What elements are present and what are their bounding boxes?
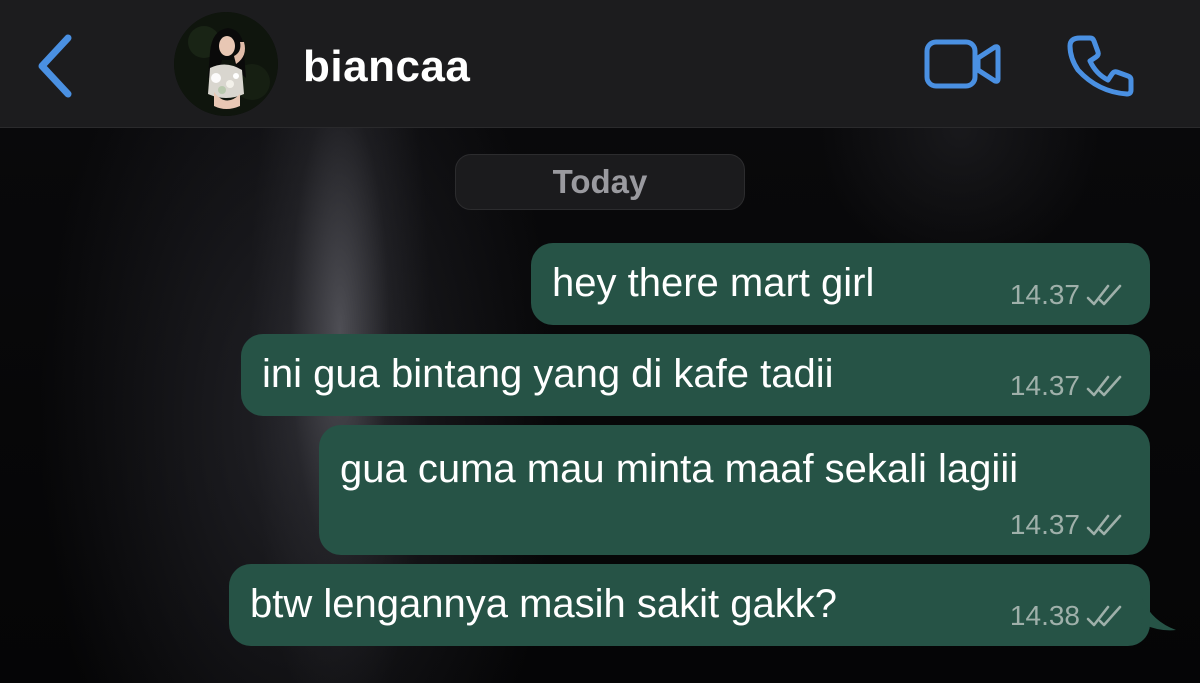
- message-meta: 14.37: [1010, 279, 1124, 311]
- message-meta: 14.38: [1010, 600, 1124, 632]
- date-separator: Today: [455, 154, 745, 210]
- message-time: 14.37: [1009, 509, 1080, 540]
- read-double-check-icon: [1086, 375, 1122, 397]
- message-text: btw lengannya masih sakit gakk?: [250, 582, 837, 626]
- phone-icon: [1067, 35, 1134, 97]
- video-call-button[interactable]: [922, 36, 1002, 92]
- message-bubble[interactable]: btw lengannya masih sakit gakk? 14.38: [229, 564, 1150, 646]
- read-double-check-icon: [1086, 514, 1122, 536]
- message-bubble[interactable]: hey there mart girl 14.37: [531, 243, 1150, 325]
- message-bubble[interactable]: gua cuma mau minta maaf sekali lagiii 14…: [319, 425, 1150, 555]
- message-tail: [1138, 584, 1176, 631]
- read-double-check-icon: [1086, 605, 1122, 627]
- message-text: gua cuma mau minta maaf sekali lagiii: [340, 447, 1019, 491]
- message-text: ini gua bintang yang di kafe tadii: [262, 352, 834, 396]
- message-text: hey there mart girl: [552, 261, 875, 305]
- message-time: 14.38: [1009, 600, 1080, 631]
- voice-call-button[interactable]: [1066, 32, 1136, 98]
- message-time: 14.37: [1009, 370, 1080, 401]
- message-meta: 14.37: [1010, 509, 1124, 541]
- back-button[interactable]: [28, 30, 88, 100]
- contact-avatar[interactable]: [174, 12, 278, 116]
- read-double-check-icon: [1086, 284, 1122, 306]
- chat-header: biancaa: [0, 0, 1200, 128]
- avatar-photo: [174, 12, 278, 116]
- chat-screen: biancaa Today hey there mart girl 14.37 …: [0, 0, 1200, 683]
- message-time: 14.37: [1009, 279, 1080, 310]
- video-camera-icon: [924, 39, 1001, 89]
- message-meta: 14.37: [1010, 370, 1124, 402]
- message-bubble[interactable]: ini gua bintang yang di kafe tadii 14.37: [241, 334, 1150, 416]
- contact-name[interactable]: biancaa: [303, 42, 470, 92]
- chevron-left-icon: [38, 34, 72, 98]
